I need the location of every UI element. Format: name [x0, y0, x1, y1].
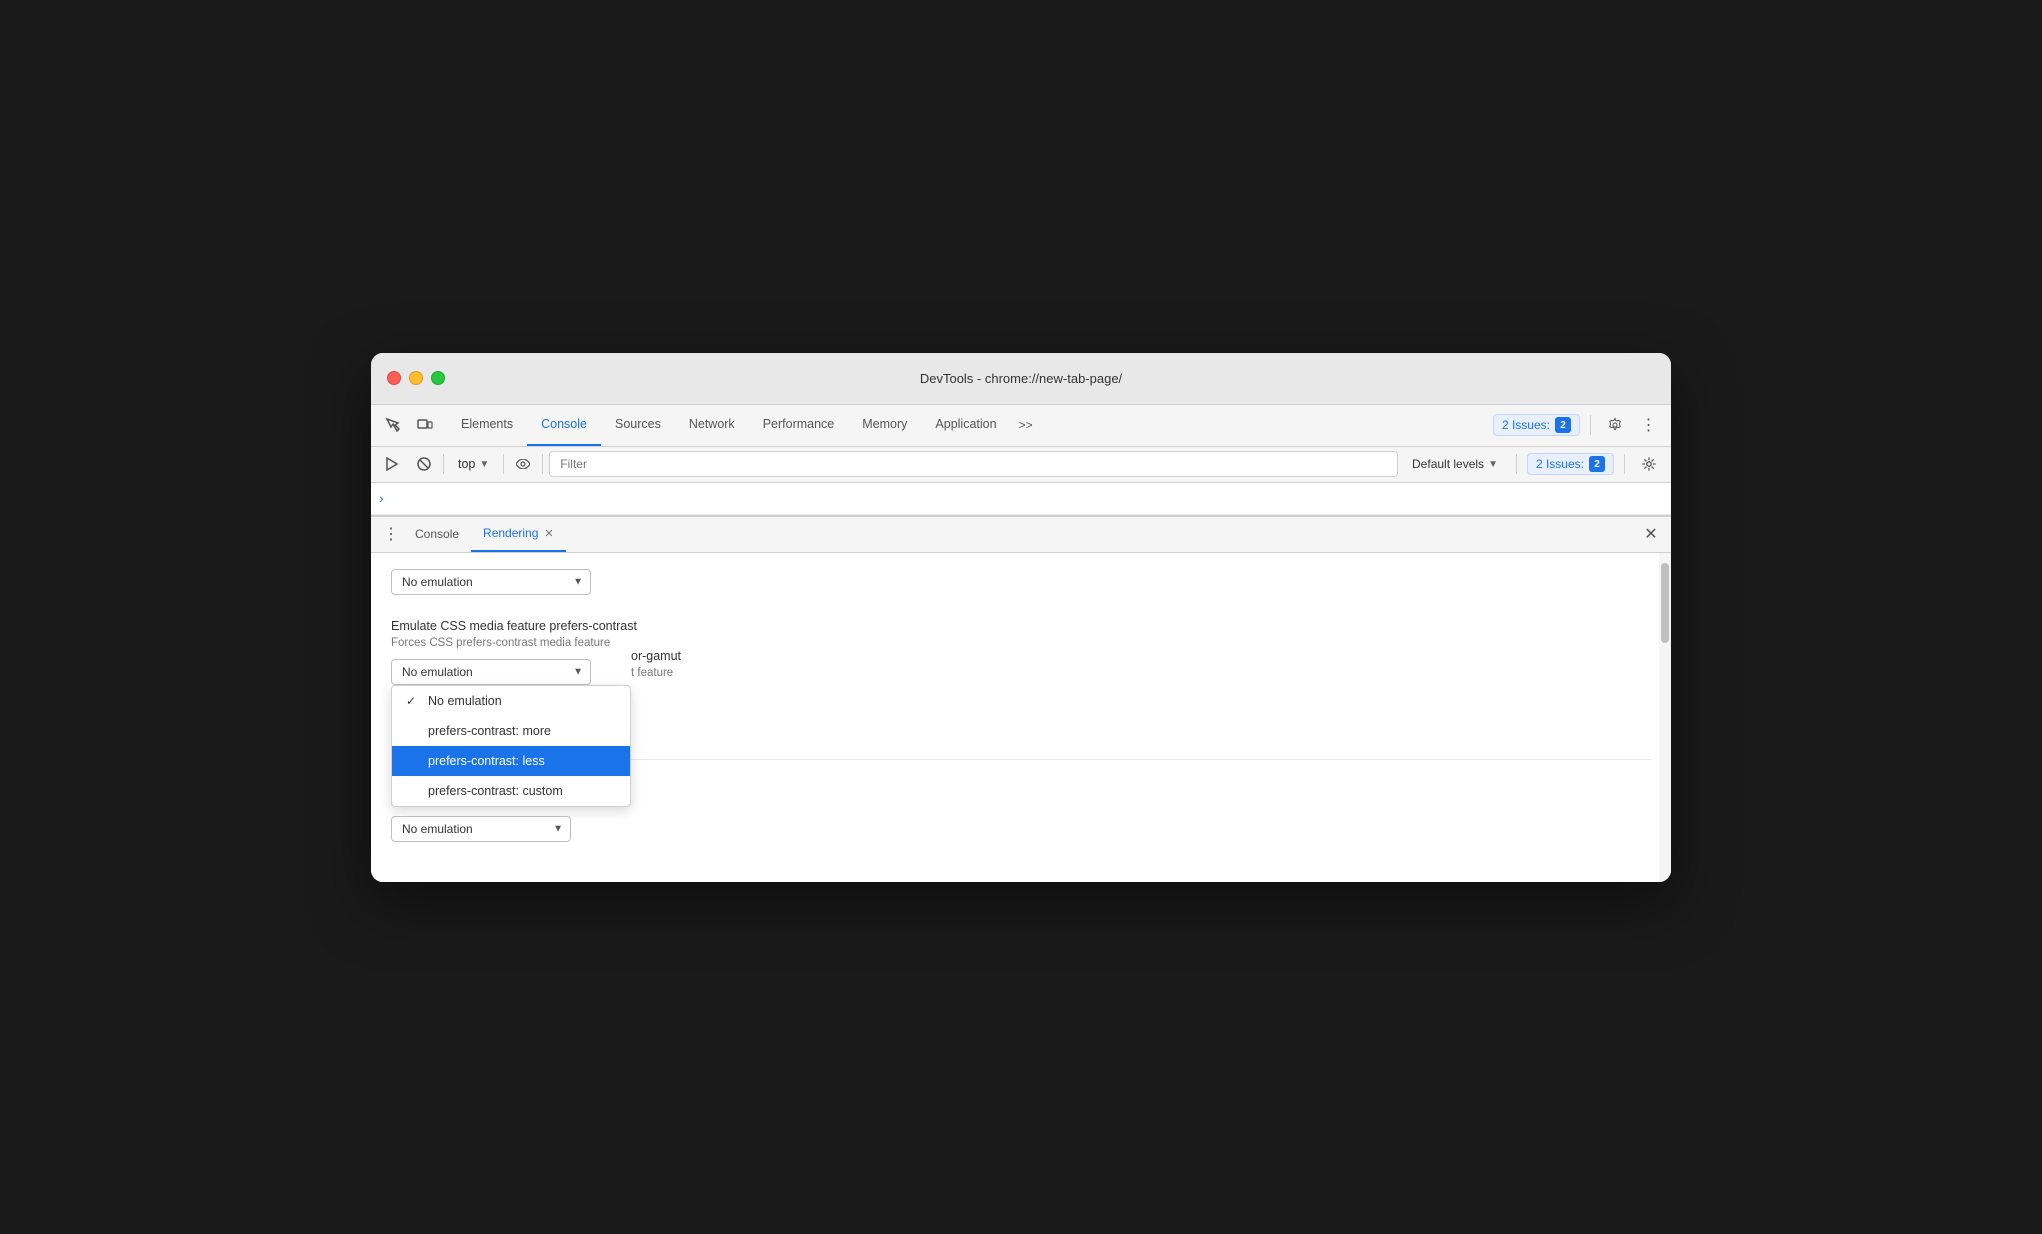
top-selector-caret: ▼ [479, 459, 489, 470]
more-tabs-button[interactable]: >> [1011, 405, 1041, 446]
prefers-contrast-label: Emulate CSS media feature prefers-contra… [391, 619, 1651, 633]
console-settings-button[interactable] [1635, 450, 1663, 478]
prompt-arrow: › [379, 490, 384, 506]
issues-label: 2 Issues: [1502, 418, 1550, 432]
console-toolbar: top ▼ Default levels ▼ 2 Issues: 2 [371, 447, 1671, 483]
prefers-contrast-sublabel: Forces CSS prefers-contrast media featur… [391, 637, 1651, 649]
toolbar-divider-3 [542, 454, 543, 474]
context-selector[interactable]: top ▼ [450, 455, 497, 473]
rendering-tab-close[interactable]: ✕ [544, 527, 553, 540]
color-scheme-section: No emulation ▼ [391, 569, 1651, 595]
tabs-bar: Elements Console Sources Network Perform… [371, 405, 1671, 447]
bottom-panel-menu[interactable]: ⋮ [379, 522, 403, 546]
bottom-tab-rendering[interactable]: Rendering ✕ [471, 517, 566, 552]
devtools-icons [379, 411, 439, 439]
color-scheme-select[interactable]: No emulation [391, 569, 591, 595]
tab-application[interactable]: Application [921, 405, 1010, 446]
bottom-panel-close-button[interactable]: ✕ [1639, 522, 1663, 546]
toolbar-issues-icon: 2 [1589, 456, 1605, 472]
vision-select-wrapper: No emulation ▼ [391, 816, 571, 842]
prefers-contrast-select-wrapper: No emulation ▼ ✓ No emulation prefers-co… [391, 659, 591, 685]
dropdown-item-no-emulation[interactable]: ✓ No emulation [392, 686, 630, 716]
minimize-button[interactable] [409, 371, 423, 385]
prefers-contrast-dropdown[interactable]: ✓ No emulation prefers-contrast: more pr… [391, 685, 631, 807]
clear-console-button[interactable] [411, 451, 437, 477]
scrollbar-thumb[interactable] [1661, 563, 1669, 643]
rendering-panel: No emulation ▼ Emulate CSS media feature… [371, 553, 1671, 882]
toolbar-divider-2 [503, 454, 504, 474]
toolbar-divider-1 [443, 454, 444, 474]
window-title: DevTools - chrome://new-tab-page/ [920, 371, 1122, 386]
dropdown-item-more[interactable]: prefers-contrast: more [392, 716, 630, 746]
vision-select[interactable]: No emulation [391, 816, 571, 842]
settings-button[interactable] [1601, 411, 1629, 439]
eye-button[interactable] [510, 451, 536, 477]
bottom-tabs-bar: ⋮ Console Rendering ✕ ✕ [371, 517, 1671, 553]
title-bar: DevTools - chrome://new-tab-page/ [371, 353, 1671, 405]
tab-elements[interactable]: Elements [447, 405, 527, 446]
bottom-panel: ⋮ Console Rendering ✕ ✕ No emulation ▼ [371, 515, 1671, 882]
color-gamut-sublabel: t feature [631, 667, 1651, 679]
inspect-icon-button[interactable] [379, 411, 407, 439]
tabs-right-divider [1590, 415, 1591, 435]
execute-button[interactable] [379, 451, 405, 477]
scrollbar[interactable] [1659, 553, 1671, 882]
default-levels-selector[interactable]: Default levels ▼ [1404, 455, 1506, 473]
prefers-contrast-select[interactable]: No emulation [391, 659, 591, 685]
traffic-lights [387, 371, 445, 385]
dropdown-item-less[interactable]: prefers-contrast: less [392, 746, 630, 776]
default-levels-caret: ▼ [1488, 459, 1498, 470]
tab-sources[interactable]: Sources [601, 405, 675, 446]
tab-console[interactable]: Console [527, 405, 601, 446]
device-toggle-button[interactable] [411, 411, 439, 439]
close-button[interactable] [387, 371, 401, 385]
issues-icon: 2 [1555, 417, 1571, 433]
color-scheme-select-wrapper: No emulation ▼ [391, 569, 591, 595]
devtools-tabs: Elements Console Sources Network Perform… [447, 405, 1493, 446]
dropdown-item-custom[interactable]: prefers-contrast: custom [392, 776, 630, 806]
issues-badge[interactable]: 2 Issues: 2 [1493, 414, 1580, 436]
tabs-right-controls: 2 Issues: 2 ⋮ [1493, 411, 1663, 439]
more-options-button[interactable]: ⋮ [1635, 411, 1663, 439]
tab-memory[interactable]: Memory [848, 405, 921, 446]
color-gamut-label: or-gamut [631, 649, 1651, 663]
check-mark-no-emulation: ✓ [406, 694, 420, 708]
toolbar-right-divider [1516, 454, 1517, 474]
tab-performance[interactable]: Performance [749, 405, 849, 446]
toolbar-right-divider-2 [1624, 454, 1625, 474]
toolbar-issues-badge[interactable]: 2 Issues: 2 [1527, 453, 1614, 475]
console-prompt: › [371, 483, 1671, 515]
filter-input[interactable] [549, 451, 1398, 477]
maximize-button[interactable] [431, 371, 445, 385]
bottom-tab-console[interactable]: Console [403, 517, 471, 552]
toolbar-issues-label: 2 Issues: [1536, 457, 1584, 471]
tab-network[interactable]: Network [675, 405, 749, 446]
devtools-window: DevTools - chrome://new-tab-page/ Elemen… [371, 353, 1671, 882]
